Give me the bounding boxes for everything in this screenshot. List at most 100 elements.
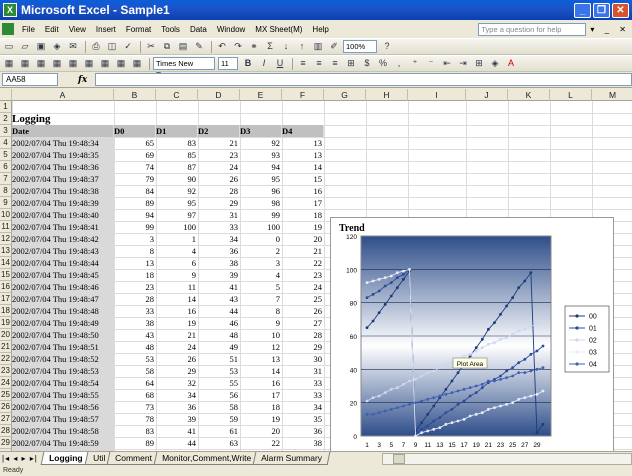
value-cell[interactable]: 20 <box>240 425 282 437</box>
column-header[interactable]: A <box>12 89 114 101</box>
date-cell[interactable]: 2002/07/04 Thu 19:48:54 <box>12 377 114 389</box>
value-cell[interactable]: 38 <box>282 437 324 449</box>
value-cell[interactable]: 18 <box>240 401 282 413</box>
help-icon[interactable]: ? <box>380 40 394 53</box>
date-cell[interactable]: 2002/07/04 Thu 19:48:40 <box>12 209 114 221</box>
value-cell[interactable]: 27 <box>282 317 324 329</box>
menu-insert[interactable]: Insert <box>91 25 121 34</box>
value-cell[interactable]: 69 <box>114 149 156 161</box>
print-icon[interactable]: ⎙ <box>89 40 103 53</box>
value-cell[interactable]: 44 <box>198 305 240 317</box>
menu-window[interactable]: Window <box>212 25 250 34</box>
date-cell[interactable]: 2002/07/04 Thu 19:48:34 <box>12 137 114 149</box>
value-cell[interactable]: 38 <box>114 317 156 329</box>
merge-center-icon[interactable]: ⊞ <box>344 57 358 70</box>
value-cell[interactable]: 36 <box>156 401 198 413</box>
column-header[interactable]: F <box>282 89 324 101</box>
menu-view[interactable]: View <box>64 25 91 34</box>
column-header[interactable]: L <box>550 89 592 101</box>
column-header[interactable]: H <box>366 89 408 101</box>
row-header[interactable]: 27 <box>0 413 12 425</box>
align-left-icon[interactable]: ≡ <box>296 57 310 70</box>
spelling-icon[interactable]: ✓ <box>121 40 135 53</box>
row-header[interactable]: 29 <box>0 437 12 449</box>
value-cell[interactable]: 44 <box>156 437 198 449</box>
formula-input[interactable] <box>95 73 632 86</box>
value-cell[interactable]: 56 <box>198 389 240 401</box>
value-cell[interactable]: 29 <box>156 365 198 377</box>
value-cell[interactable]: 18 <box>114 269 156 281</box>
value-cell[interactable]: 28 <box>198 185 240 197</box>
column-header[interactable]: I <box>408 89 466 101</box>
value-cell[interactable]: 6 <box>156 257 198 269</box>
column-header[interactable]: B <box>114 89 156 101</box>
row-header[interactable]: 17 <box>0 293 12 305</box>
value-cell[interactable]: 24 <box>156 341 198 353</box>
font-select[interactable]: Times New Roman <box>153 57 215 79</box>
row-header[interactable]: 25 <box>0 389 12 401</box>
value-cell[interactable]: 7 <box>240 293 282 305</box>
sort-asc-icon[interactable]: ↓ <box>279 40 293 53</box>
value-cell[interactable]: 51 <box>198 353 240 365</box>
value-cell[interactable]: 29 <box>198 197 240 209</box>
email-icon[interactable]: ✉ <box>66 40 80 53</box>
value-cell[interactable]: 13 <box>114 257 156 269</box>
value-cell[interactable]: 25 <box>282 293 324 305</box>
tab-logging[interactable]: Logging <box>40 452 91 465</box>
preview-icon[interactable]: ◫ <box>105 40 119 53</box>
value-cell[interactable]: 11 <box>156 281 198 293</box>
value-cell[interactable]: 13 <box>282 149 324 161</box>
mx-sheet-icon-1[interactable]: ▦ <box>2 57 16 70</box>
value-cell[interactable]: 21 <box>156 329 198 341</box>
underline-icon[interactable]: U <box>273 57 287 70</box>
redo-icon[interactable]: ↷ <box>231 40 245 53</box>
value-cell[interactable]: 23 <box>282 269 324 281</box>
value-cell[interactable]: 26 <box>198 173 240 185</box>
date-cell[interactable]: 2002/07/04 Thu 19:48:41 <box>12 221 114 233</box>
value-cell[interactable]: 8 <box>240 305 282 317</box>
column-header[interactable]: J <box>466 89 508 101</box>
value-cell[interactable]: 2 <box>240 245 282 257</box>
increase-decimal-icon[interactable]: ⁺ <box>408 57 422 70</box>
value-cell[interactable]: 85 <box>156 149 198 161</box>
value-cell[interactable]: 33 <box>282 377 324 389</box>
value-cell[interactable]: 4 <box>156 245 198 257</box>
value-cell[interactable]: 83 <box>114 425 156 437</box>
date-cell[interactable]: 2002/07/04 Thu 19:48:43 <box>12 245 114 257</box>
font-color-icon[interactable]: A <box>504 57 518 70</box>
row-header[interactable]: 2 <box>0 113 12 125</box>
column-header[interactable]: E <box>240 89 282 101</box>
value-cell[interactable]: 3 <box>114 233 156 245</box>
row-header[interactable]: 5 <box>0 149 12 161</box>
value-cell[interactable]: 68 <box>114 389 156 401</box>
horizontal-scrollbar[interactable] <box>382 452 632 465</box>
row-header[interactable]: 10 <box>0 209 12 221</box>
value-cell[interactable]: 29 <box>282 341 324 353</box>
value-cell[interactable]: 14 <box>156 293 198 305</box>
mx-sheet-icon-3[interactable]: ▦ <box>34 57 48 70</box>
value-cell[interactable]: 19 <box>156 317 198 329</box>
value-cell[interactable]: 61 <box>198 425 240 437</box>
value-cell[interactable]: 63 <box>198 437 240 449</box>
date-cell[interactable]: 2002/07/04 Thu 19:48:58 <box>12 425 114 437</box>
value-cell[interactable]: 17 <box>240 389 282 401</box>
mx-sheet-icon-2[interactable]: ▦ <box>18 57 32 70</box>
value-cell[interactable]: 43 <box>198 293 240 305</box>
value-cell[interactable]: 33 <box>114 305 156 317</box>
copy-icon[interactable]: ⧉ <box>160 40 174 53</box>
date-cell[interactable]: 2002/07/04 Thu 19:48:48 <box>12 305 114 317</box>
value-cell[interactable]: 99 <box>114 221 156 233</box>
value-cell[interactable]: 16 <box>282 185 324 197</box>
value-cell[interactable]: 14 <box>282 161 324 173</box>
row-header[interactable]: 12 <box>0 233 12 245</box>
date-cell[interactable]: 2002/07/04 Thu 19:48:44 <box>12 257 114 269</box>
question-box[interactable]: Type a question for help <box>478 22 587 36</box>
row-header[interactable]: 18 <box>0 305 12 317</box>
tab-monitor[interactable]: Monitor,Comment,Write <box>153 452 260 465</box>
row-header[interactable]: 23 <box>0 365 12 377</box>
value-cell[interactable]: 38 <box>198 257 240 269</box>
value-cell[interactable]: 3 <box>240 257 282 269</box>
menu-tools[interactable]: Tools <box>156 25 185 34</box>
value-cell[interactable]: 58 <box>114 365 156 377</box>
value-cell[interactable]: 24 <box>282 281 324 293</box>
